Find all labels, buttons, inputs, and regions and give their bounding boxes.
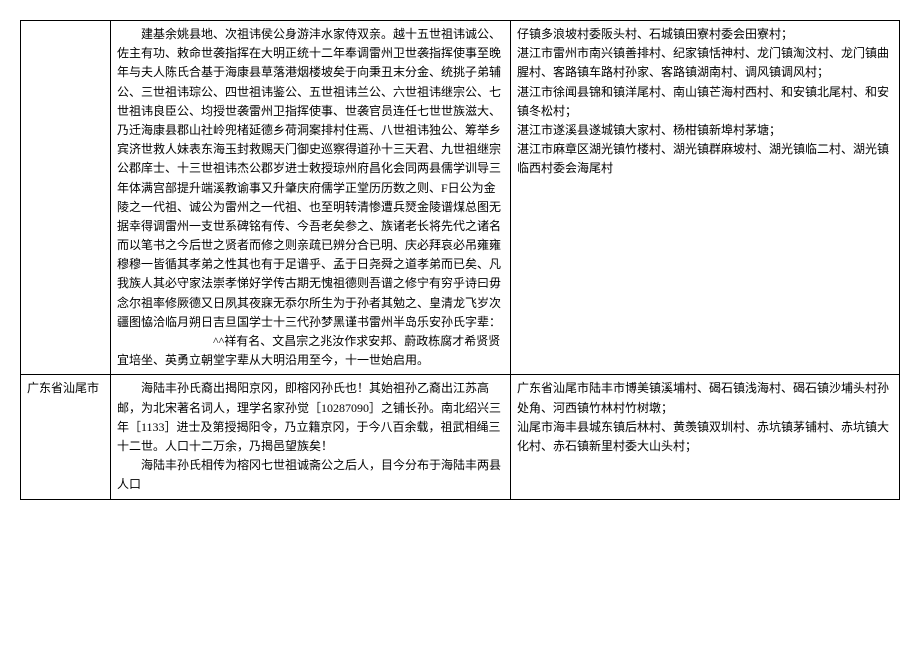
village-line: 仔镇多浪坡村委阪头村、石城镇田寮村委会田寮村； [517, 27, 793, 41]
desc-paragraph: 海陆丰孙氏相传为榕冈七世祖诚斋公之后人，目今分布于海陆丰两县人口 [117, 456, 504, 494]
village-line: 湛江市遂溪县遂城镇大家村、杨柑镇新埠村茅塘； [517, 123, 781, 137]
description-cell: 海陆丰孙氏裔出揭阳京冈，即榕冈孙氏也！其始祖孙乙裔出江苏高邮，为北宋著名词人，理… [111, 375, 511, 499]
village-line: 湛江市麻章区湖光镇竹楼村、湖光镇群麻坡村、湖光镇临二村、湖光镇临西村委会海尾村 [517, 142, 889, 175]
villages-cell: 仔镇多浪坡村委阪头村、石城镇田寮村委会田寮村； 湛江市雷州市南兴镇善排村、纪家镇… [511, 21, 900, 375]
table-row: 广东省汕尾市 海陆丰孙氏裔出揭阳京冈，即榕冈孙氏也！其始祖孙乙裔出江苏高邮，为北… [21, 375, 900, 499]
genealogy-table: 建基余姚县地、次祖讳侯公身游沣水家侍双亲。越十五世祖讳诚公、佐主有功、敕命世袭指… [20, 20, 900, 500]
region-cell: 广东省汕尾市 [21, 375, 111, 499]
region-text: 广东省汕尾市 [27, 381, 99, 395]
description-cell: 建基余姚县地、次祖讳侯公身游沣水家侍双亲。越十五世祖讳诚公、佐主有功、敕命世袭指… [111, 21, 511, 375]
village-line: 广东省汕尾市陆丰市博美镇溪埔村、碣石镇浅海村、碣石镇沙埔头村孙处角、河西镇竹林村… [517, 381, 889, 414]
village-line: 汕尾市海丰县城东镇后林村、黄羡镇双圳村、赤坑镇茅铺村、赤坑镇大化村、赤石镇新里村… [517, 420, 889, 453]
table-row: 建基余姚县地、次祖讳侯公身游沣水家侍双亲。越十五世祖讳诚公、佐主有功、敕命世袭指… [21, 21, 900, 375]
desc-paragraph: 宜培坐、英勇立朝堂字辈从大明沿用至今，十一世始启用。 [117, 353, 429, 367]
desc-paragraph: 海陆丰孙氏裔出揭阳京冈，即榕冈孙氏也！其始祖孙乙裔出江苏高邮，为北宋著名词人，理… [117, 379, 504, 456]
desc-paragraph: 建基余姚县地、次祖讳侯公身游沣水家侍双亲。越十五世祖讳诚公、佐主有功、敕命世袭指… [117, 25, 504, 332]
poem-line: ^^祥有名、文昌宗之兆汝作求安邦、蔚政栋腐才希贤贤 [117, 332, 504, 351]
villages-cell: 广东省汕尾市陆丰市博美镇溪埔村、碣石镇浅海村、碣石镇沙埔头村孙处角、河西镇竹林村… [511, 375, 900, 499]
village-line: 湛江市徐闻县锦和镇洋尾村、南山镇芒海村西村、和安镇北尾村、和安镇冬松村； [517, 85, 889, 118]
village-line: 湛江市雷州市南兴镇善排村、纪家镇恬神村、龙门镇淘汶村、龙门镇曲腥村、客路镇车路村… [517, 46, 889, 79]
region-cell [21, 21, 111, 375]
